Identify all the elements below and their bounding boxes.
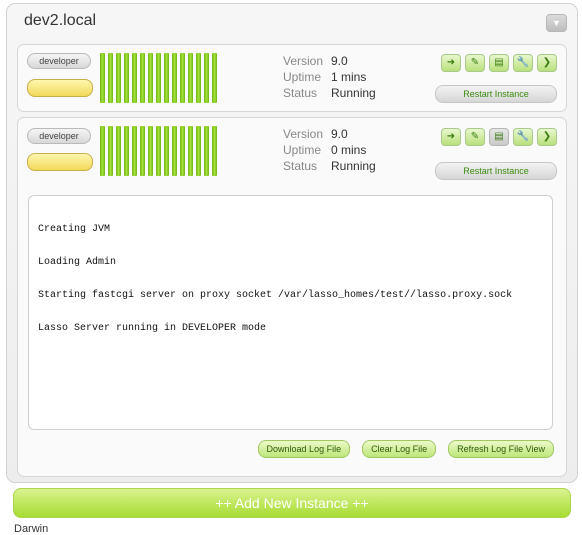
load-bar: [100, 53, 105, 103]
version-label: Version: [283, 54, 324, 68]
settings-button[interactable]: 🔧: [513, 128, 533, 146]
chevron-down-icon: ▼: [552, 18, 561, 28]
status-indicator: [27, 153, 93, 171]
more-button[interactable]: ❯: [537, 128, 557, 146]
log-button[interactable]: ▤: [489, 128, 509, 146]
load-bar: [148, 53, 153, 103]
load-bar: [172, 53, 177, 103]
load-bar: [140, 126, 145, 176]
load-bar: [108, 126, 113, 176]
edit-button[interactable]: ✎: [465, 54, 485, 72]
refresh-log-button[interactable]: Refresh Log File View: [448, 440, 554, 458]
arrow-right-icon: ➜: [446, 131, 456, 142]
log-viewer[interactable]: Creating JVM Loading Admin Starting fast…: [28, 195, 553, 430]
instance-actions: ➜ ✎ ▤ 🔧 ❯: [441, 54, 557, 72]
log-button[interactable]: ▤: [489, 54, 509, 72]
pencil-icon: ✎: [470, 57, 480, 68]
version-value: 9.0: [331, 127, 348, 141]
host-title: dev2.local: [24, 12, 97, 29]
load-bar: [100, 126, 105, 176]
load-bar: [156, 53, 161, 103]
load-bar: [188, 126, 193, 176]
log-text: Creating JVM Loading Admin Starting fast…: [38, 202, 512, 356]
chevron-right-icon: ❯: [542, 131, 552, 142]
load-bar: [116, 126, 121, 176]
load-bars: [100, 53, 217, 103]
uptime-label: Uptime: [283, 143, 322, 157]
collapse-button[interactable]: ▼: [546, 14, 567, 32]
uptime-value: 0 mins: [331, 143, 367, 157]
version-label: Version: [283, 127, 324, 141]
add-instance-button[interactable]: ++ Add New Instance ++: [13, 488, 571, 518]
start-button[interactable]: ➜: [441, 54, 461, 72]
wrench-icon: 🔧: [516, 57, 530, 68]
wrench-icon: 🔧: [516, 131, 530, 142]
instance-info: Version 9.0 Uptime 0 mins Status Running: [283, 126, 376, 174]
document-icon: ▤: [494, 131, 504, 142]
load-bar: [132, 126, 137, 176]
load-bar: [212, 126, 217, 176]
instance-tag-button[interactable]: developer: [27, 53, 91, 69]
load-bar: [188, 53, 193, 103]
load-bar: [204, 126, 209, 176]
load-bar: [212, 53, 217, 103]
pencil-icon: ✎: [470, 131, 480, 142]
log-actions: Download Log File Clear Log File Refresh…: [257, 440, 554, 458]
restart-instance-button[interactable]: Restart Instance: [435, 162, 557, 180]
instance-info: Version 9.0 Uptime 1 mins Status Running: [283, 53, 376, 101]
log-line: Starting fastcgi server on proxy socket …: [38, 290, 513, 301]
load-bar: [180, 126, 185, 176]
clear-log-button[interactable]: Clear Log File: [362, 440, 437, 458]
log-line: Lasso Server running in DEVELOPER mode: [38, 323, 267, 334]
load-bar: [180, 53, 185, 103]
log-line: Creating JVM: [38, 224, 111, 235]
instance-card: developer Version 9.0 Uptime 1 mins Status…: [17, 44, 567, 112]
uptime-label: Uptime: [283, 70, 322, 84]
edit-button[interactable]: ✎: [465, 128, 485, 146]
instance-card: developer Version 9.0 Uptime 0 mins Status…: [17, 117, 567, 477]
load-bar: [108, 53, 113, 103]
version-value: 9.0: [331, 54, 348, 68]
load-bar: [172, 126, 177, 176]
load-bar: [132, 53, 137, 103]
status-label: Status: [283, 86, 318, 100]
instance-actions: ➜ ✎ ▤ 🔧 ❯: [441, 128, 557, 146]
log-line: Loading Admin: [38, 257, 117, 268]
document-icon: ▤: [494, 57, 504, 68]
load-bar: [204, 53, 209, 103]
load-bar: [124, 126, 129, 176]
restart-instance-button[interactable]: Restart Instance: [435, 85, 557, 103]
load-bar: [124, 53, 129, 103]
host-panel: dev2.local ▼ developer Version 9.0 Uptime…: [6, 3, 578, 483]
load-bar: [164, 53, 169, 103]
load-bar: [140, 53, 145, 103]
load-bars: [100, 126, 217, 176]
settings-button[interactable]: 🔧: [513, 54, 533, 72]
load-bar: [148, 126, 153, 176]
arrow-right-icon: ➜: [446, 57, 456, 68]
status-value: Running: [331, 86, 376, 100]
instance-tag-button[interactable]: developer: [27, 128, 91, 144]
load-bar: [196, 53, 201, 103]
load-bar: [196, 126, 201, 176]
more-button[interactable]: ❯: [537, 54, 557, 72]
load-bar: [156, 126, 161, 176]
uptime-value: 1 mins: [331, 70, 367, 84]
load-bar: [164, 126, 169, 176]
status-indicator: [27, 79, 93, 97]
status-label: Status: [283, 159, 318, 173]
chevron-right-icon: ❯: [542, 57, 552, 68]
load-bar: [116, 53, 121, 103]
footer-os-label: Darwin: [14, 523, 49, 535]
status-value: Running: [331, 159, 376, 173]
start-button[interactable]: ➜: [441, 128, 461, 146]
download-log-button[interactable]: Download Log File: [257, 440, 351, 458]
